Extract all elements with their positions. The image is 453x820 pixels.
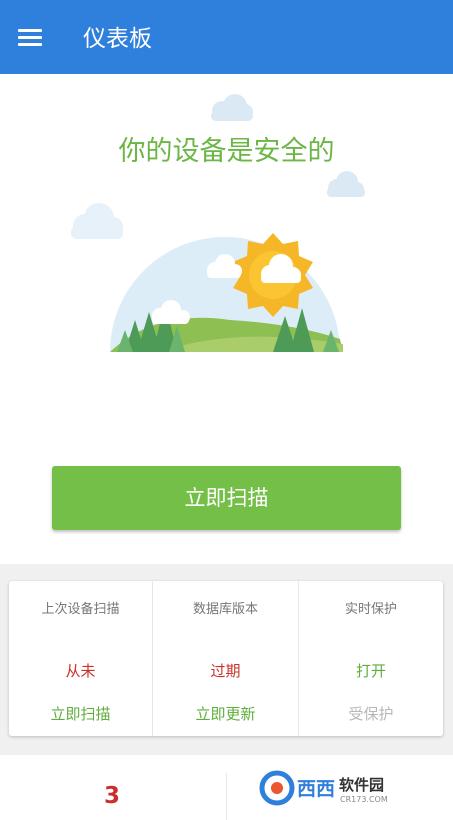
hamburger-menu-icon[interactable] (18, 27, 44, 49)
watermark-brand: 西西 (297, 778, 335, 800)
watermark-site-name: 软件园 (339, 776, 384, 794)
realtime-protection-column: 实时保护 打开 受保护 (299, 581, 443, 736)
device-status-title: 你的设备是安全的 (118, 136, 335, 167)
page-title: 仪表板 (83, 26, 152, 52)
scan-now-button[interactable]: 立即扫描 (52, 466, 401, 530)
database-version-value: 过期 (210, 662, 241, 680)
cr173-watermark-logo: 西西 软件园 CR173.COM (257, 770, 431, 806)
realtime-protection-label: 实时保护 (344, 602, 397, 617)
divider (226, 773, 227, 820)
last-scan-label: 上次设备扫描 (41, 602, 120, 617)
status-summary-card: 上次设备扫描 从未 立即扫描 数据库版本 过期 立即更新 实时保护 打开 受保护 (9, 581, 443, 736)
realtime-protection-value: 打开 (355, 662, 386, 680)
watermark-site: CR173.COM (340, 795, 388, 804)
dashboard-hero: 你的设备是安全的 立即扫描 (0, 74, 453, 564)
scan-now-link[interactable]: 立即扫描 (9, 703, 152, 724)
database-version-label: 数据库版本 (192, 602, 258, 617)
database-version-column: 数据库版本 过期 立即更新 (153, 581, 299, 736)
cloud-icon (71, 203, 123, 239)
update-now-link[interactable]: 立即更新 (153, 703, 298, 724)
threat-count-value: 3 (103, 783, 120, 809)
last-scan-column: 上次设备扫描 从未 立即扫描 (9, 581, 153, 736)
cloud-icon (327, 171, 365, 197)
last-scan-value: 从未 (65, 662, 96, 680)
app-bar: 仪表板 (0, 0, 453, 74)
protected-status: 受保护 (348, 705, 394, 723)
cloud-icon (211, 94, 253, 121)
